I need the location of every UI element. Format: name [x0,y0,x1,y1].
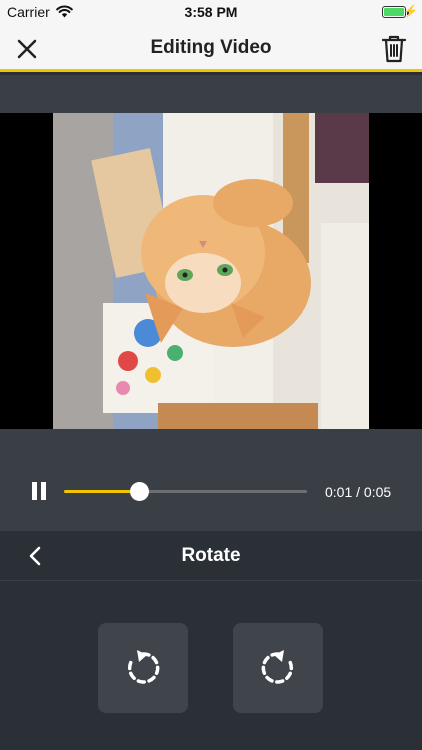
playback-controls: 0:01 / 0:05 [0,429,422,531]
rotate-clockwise-icon [261,650,294,684]
rotate-right-button[interactable] [233,623,323,713]
rotate-left-button[interactable] [98,623,188,713]
video-frame [53,113,369,429]
rotate-header: Rotate [0,531,422,581]
seek-slider[interactable] [64,482,307,501]
video-preview[interactable] [0,113,422,429]
pause-icon[interactable] [31,482,47,502]
preview-top-band [0,75,422,113]
time-label: 0:01 / 0:05 [325,484,392,500]
rotate-panel [0,582,422,750]
seek-thumb[interactable] [130,482,150,501]
seek-progress [64,490,140,493]
page-title: Editing Video [150,37,272,58]
panel-title: Rotate [181,545,241,566]
nav-bar: Editing Video [0,24,422,72]
trash-icon[interactable] [378,32,410,64]
charging-icon: ⚡ [403,4,418,18]
rotate-counterclockwise-icon [127,650,160,684]
status-bar: Carrier 3:58 PM ⚡ [0,0,422,24]
status-time: 3:58 PM [184,4,238,20]
